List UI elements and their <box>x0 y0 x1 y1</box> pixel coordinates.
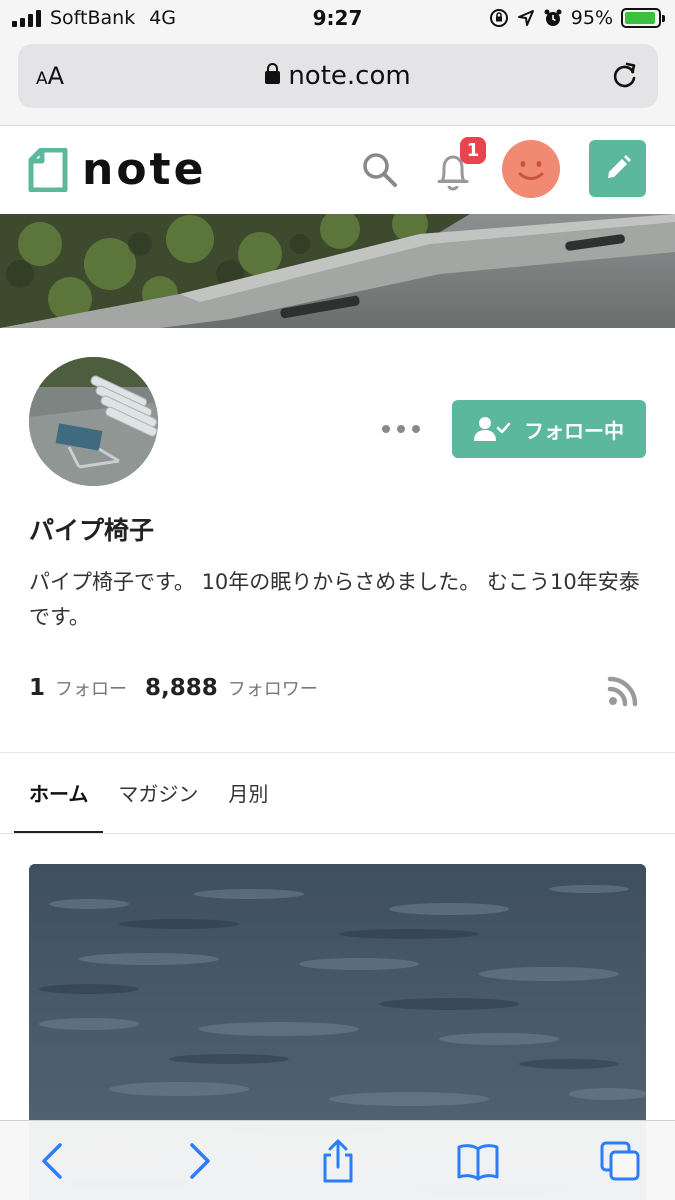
tab-home[interactable]: ホーム <box>14 760 104 834</box>
follow-stats: 1 フォロー 8,888 フォロワー <box>29 675 336 701</box>
section-divider <box>0 752 675 753</box>
cover-image <box>0 214 675 328</box>
tab-monthly[interactable]: 月別 <box>213 760 283 834</box>
followers-label[interactable]: フォロワー <box>228 675 318 701</box>
profile-tabs: ホーム マガジン 月別 <box>14 760 283 834</box>
url-text: note.com <box>288 61 411 91</box>
write-post-button[interactable] <box>589 140 646 197</box>
url-field[interactable]: note.com <box>18 61 658 91</box>
tab-magazine[interactable]: マガジン <box>103 760 213 834</box>
address-bar[interactable]: AA note.com <box>18 44 658 108</box>
orientation-lock-icon <box>489 9 508 27</box>
battery-fill <box>625 12 656 24</box>
following-button-label: フォロー中 <box>524 418 624 443</box>
following-count[interactable]: 1 <box>29 675 45 701</box>
lock-icon <box>265 63 281 84</box>
browser-toolbar <box>0 1120 675 1200</box>
reload-icon[interactable] <box>610 60 640 90</box>
smile-face-icon <box>518 161 544 180</box>
profile-avatar <box>29 357 158 486</box>
tabs-icon[interactable] <box>598 1139 642 1183</box>
user-check-icon <box>474 417 511 441</box>
share-icon[interactable] <box>316 1139 360 1183</box>
profile-bio: パイプ椅子です。 10年の眠りからさめました。 むこう10年安泰です。 <box>29 570 640 629</box>
location-icon <box>517 10 534 26</box>
site-header: note 1 <box>0 126 675 214</box>
tabs-divider <box>0 833 675 834</box>
rss-icon[interactable] <box>607 675 639 707</box>
note-logo[interactable]: note <box>28 146 206 194</box>
notification-badge: 1 <box>460 137 486 164</box>
followers-count[interactable]: 8,888 <box>145 675 218 701</box>
profile-name: パイプ椅子 <box>29 516 155 545</box>
status-right: 95% <box>489 7 665 29</box>
status-bar: SoftBank 4G 9:27 95% <box>0 0 675 38</box>
forward-icon[interactable] <box>176 1139 220 1183</box>
bookmarks-icon[interactable] <box>456 1139 500 1183</box>
more-options-button[interactable] <box>382 418 420 440</box>
logo-text: note <box>82 144 207 195</box>
user-avatar[interactable] <box>502 140 560 198</box>
note-logo-icon <box>28 148 68 192</box>
alarm-icon <box>544 9 562 26</box>
following-button[interactable]: フォロー中 <box>452 400 646 458</box>
browser-chrome: AA note.com <box>0 38 675 126</box>
search-icon[interactable] <box>360 150 400 190</box>
following-label[interactable]: フォロー <box>55 675 127 701</box>
battery-percent: 95% <box>570 7 613 29</box>
back-icon[interactable] <box>32 1139 76 1183</box>
pencil-icon <box>608 155 631 178</box>
battery-icon <box>621 8 665 28</box>
